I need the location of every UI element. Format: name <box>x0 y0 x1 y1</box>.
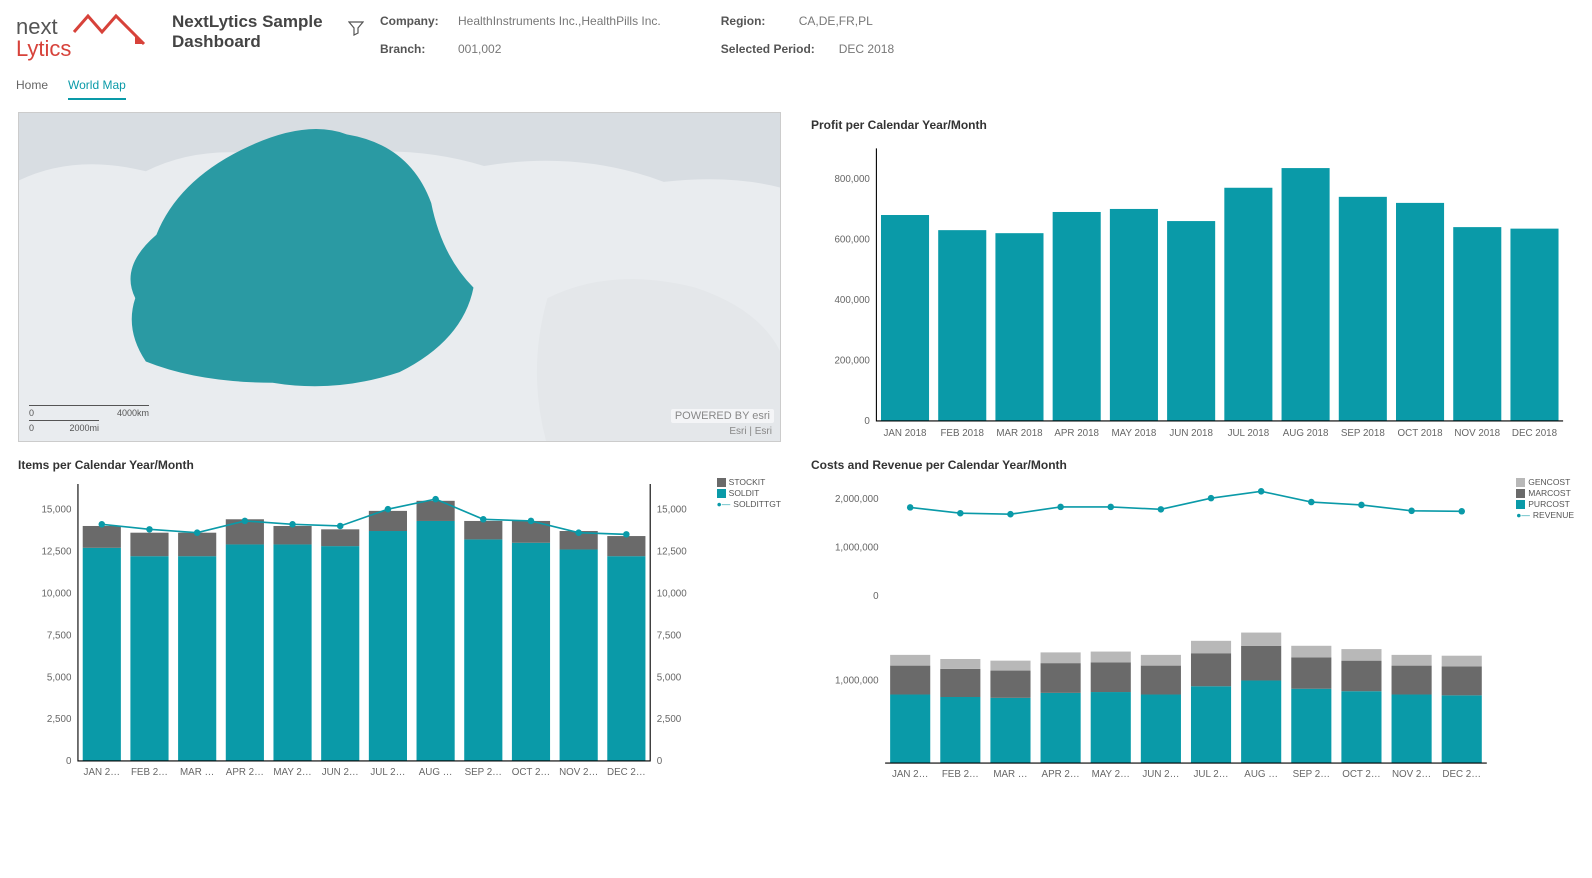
svg-text:NOV 2…: NOV 2… <box>1392 769 1431 780</box>
svg-text:0: 0 <box>873 591 879 602</box>
svg-text:APR 2018: APR 2018 <box>1054 428 1099 439</box>
world-map[interactable]: 04000km 02000mi POWERED BY esri Esri | E… <box>18 112 781 442</box>
chart-items[interactable]: 0 0 2,500 2,500 5,000 5,000 7,500 7,500 10,000 10… <box>18 476 781 784</box>
svg-text:5,000: 5,000 <box>657 672 682 683</box>
tab-bar: Home World Map <box>0 66 1592 100</box>
filter-branch[interactable]: Branch: 001,002 <box>380 42 661 56</box>
svg-text:DEC 2…: DEC 2… <box>1442 769 1481 780</box>
svg-text:12,500: 12,500 <box>41 546 72 557</box>
filter-company[interactable]: Company: HealthInstruments Inc.,HealthPi… <box>380 14 661 28</box>
logo: next Lytics <box>16 12 156 62</box>
svg-text:2,500: 2,500 <box>657 714 682 725</box>
svg-text:7,500: 7,500 <box>47 630 72 641</box>
svg-text:JUN 2…: JUN 2… <box>1142 769 1179 780</box>
svg-text:NOV 2…: NOV 2… <box>559 767 598 778</box>
svg-text:JAN 2…: JAN 2… <box>892 769 928 780</box>
svg-text:APR 2…: APR 2… <box>1042 769 1080 780</box>
svg-text:10,000: 10,000 <box>41 588 72 599</box>
svg-text:AUG 2018: AUG 2018 <box>1283 428 1329 439</box>
svg-text:0: 0 <box>657 756 663 767</box>
map-attribution: Esri | Esri <box>729 426 772 437</box>
legend-items: STOCKIT SOLDIT ●—SOLDITTGT <box>717 476 781 510</box>
chart-costs[interactable]: 0 1,000,000 2,000,000 1,000,000 JAN 2… FEB 2…… <box>811 476 1574 784</box>
filter-bar: Company: HealthInstruments Inc.,HealthPi… <box>380 12 1576 56</box>
svg-text:0: 0 <box>66 756 72 767</box>
panel-costs: Costs and Revenue per Calendar Year/Mont… <box>811 452 1574 752</box>
svg-text:MAY 2…: MAY 2… <box>273 767 311 778</box>
page-title: NextLytics Sample Dashboard <box>172 12 332 53</box>
svg-text:SEP 2…: SEP 2… <box>465 767 502 778</box>
svg-text:FEB 2…: FEB 2… <box>131 767 168 778</box>
header: next Lytics NextLytics Sample Dashboard … <box>0 0 1592 66</box>
tab-worldmap[interactable]: World Map <box>68 72 126 100</box>
filter-period[interactable]: Selected Period: DEC 2018 <box>721 42 894 56</box>
svg-text:JAN 2018: JAN 2018 <box>883 428 927 439</box>
svg-text:FEB 2018: FEB 2018 <box>940 428 984 439</box>
legend-costs: GENCOST MARCOST PURCOST ●—REVENUE <box>1516 476 1574 521</box>
svg-text:15,000: 15,000 <box>41 504 72 515</box>
svg-text:OCT 2…: OCT 2… <box>1342 769 1380 780</box>
panel-profit: Profit per Calendar Year/Month 0 200,000 4… <box>811 112 1574 442</box>
svg-text:MAY 2…: MAY 2… <box>1092 769 1130 780</box>
map-scale: 04000km 02000mi <box>29 403 149 433</box>
svg-text:AUG …: AUG … <box>1244 769 1278 780</box>
svg-text:SEP 2…: SEP 2… <box>1293 769 1330 780</box>
panel-map: 04000km 02000mi POWERED BY esri Esri | E… <box>18 112 781 442</box>
svg-text:0: 0 <box>864 416 870 427</box>
tab-home[interactable]: Home <box>16 72 48 100</box>
svg-text:1,000,000: 1,000,000 <box>835 676 879 687</box>
filter-icon[interactable] <box>348 12 364 39</box>
svg-text:MAR 2018: MAR 2018 <box>996 428 1043 439</box>
svg-text:JUL 2018: JUL 2018 <box>1228 428 1270 439</box>
svg-text:MAY 2018: MAY 2018 <box>1111 428 1156 439</box>
chart-title-profit: Profit per Calendar Year/Month <box>811 118 1574 132</box>
svg-text:JUL 2…: JUL 2… <box>1194 769 1229 780</box>
svg-text:Lytics: Lytics <box>16 36 71 61</box>
svg-text:JUL 2…: JUL 2… <box>370 767 405 778</box>
svg-text:NOV 2018: NOV 2018 <box>1454 428 1500 439</box>
svg-text:12,500: 12,500 <box>657 546 688 557</box>
svg-text:7,500: 7,500 <box>657 630 682 641</box>
esri-logo: POWERED BY esri <box>671 409 774 423</box>
filter-region[interactable]: Region: CA,DE,FR,PL <box>721 14 894 28</box>
chart-title-costs: Costs and Revenue per Calendar Year/Mont… <box>811 458 1574 472</box>
chart-profit[interactable]: 0 200,000 400,000 600,000 800,000 JAN 2018 FEB… <box>811 136 1574 455</box>
svg-text:JUN 2…: JUN 2… <box>322 767 359 778</box>
svg-text:MAR …: MAR … <box>180 767 214 778</box>
svg-text:2,000,000: 2,000,000 <box>835 494 879 505</box>
svg-text:OCT 2…: OCT 2… <box>512 767 550 778</box>
svg-text:SEP 2018: SEP 2018 <box>1341 428 1385 439</box>
svg-text:1,000,000: 1,000,000 <box>835 543 879 554</box>
svg-text:OCT 2018: OCT 2018 <box>1398 428 1444 439</box>
svg-text:400,000: 400,000 <box>834 295 870 306</box>
svg-text:APR 2…: APR 2… <box>226 767 264 778</box>
svg-text:5,000: 5,000 <box>47 672 72 683</box>
svg-text:JUN 2018: JUN 2018 <box>1169 428 1213 439</box>
svg-text:600,000: 600,000 <box>834 235 870 246</box>
svg-text:800,000: 800,000 <box>834 174 870 185</box>
svg-text:DEC 2018: DEC 2018 <box>1512 428 1558 439</box>
panel-items: Items per Calendar Year/Month 002,5002,5… <box>18 452 781 752</box>
svg-text:FEB 2…: FEB 2… <box>942 769 979 780</box>
svg-text:AUG …: AUG … <box>419 767 453 778</box>
chart-title-items: Items per Calendar Year/Month <box>18 458 781 472</box>
svg-text:DEC 2…: DEC 2… <box>607 767 646 778</box>
svg-text:200,000: 200,000 <box>834 356 870 367</box>
svg-text:JAN 2…: JAN 2… <box>84 767 120 778</box>
svg-text:2,500: 2,500 <box>47 714 72 725</box>
svg-text:10,000: 10,000 <box>657 588 688 599</box>
svg-text:MAR …: MAR … <box>993 769 1027 780</box>
svg-text:15,000: 15,000 <box>657 504 688 515</box>
